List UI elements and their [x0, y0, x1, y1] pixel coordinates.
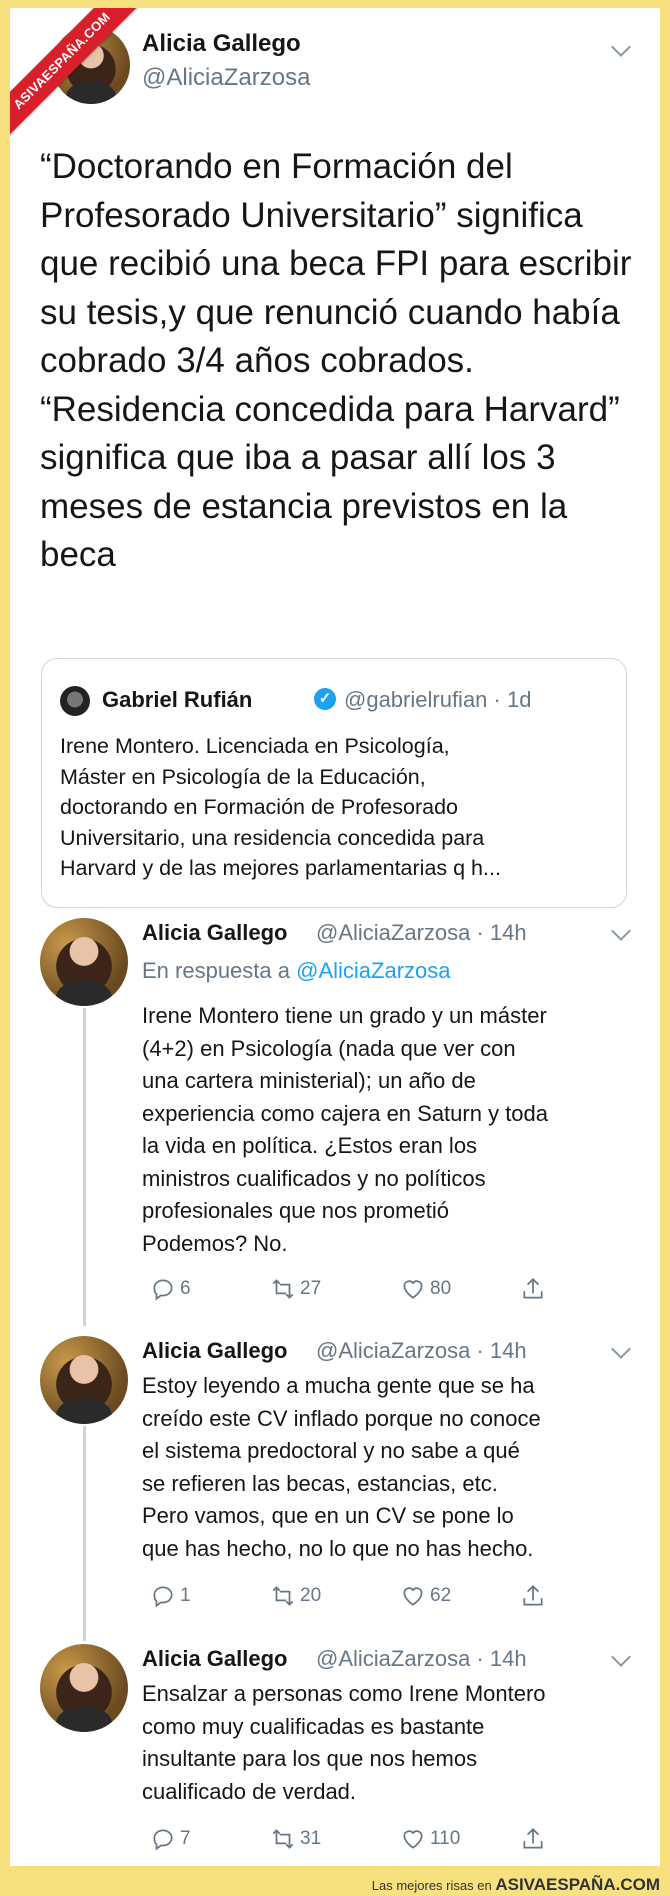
like-count: 62	[430, 1585, 452, 1606]
reply-count: 6	[180, 1278, 191, 1299]
thread-connector	[83, 1008, 86, 1326]
reply-author-name[interactable]: Alicia Gallego	[142, 920, 288, 946]
heart-icon	[403, 1280, 423, 1299]
reply-avatar[interactable]	[40, 1336, 128, 1424]
like-button[interactable]: 110	[400, 1826, 460, 1852]
retweet-count: 27	[300, 1278, 322, 1299]
like-count: 80	[430, 1278, 452, 1299]
author-name[interactable]: Alicia Gallego	[142, 30, 301, 58]
reply-avatar[interactable]	[40, 1644, 128, 1732]
reply-author-name[interactable]: Alicia Gallego	[142, 1646, 288, 1672]
reply-text: Ensalzar a personas como Irene Montero c…	[142, 1681, 546, 1804]
tweet-actions: 1 20 62	[142, 1583, 543, 1613]
quoted-tweet[interactable]: Gabriel Rufián ✓ @gabrielrufian · 1d Ire…	[41, 658, 627, 908]
chevron-down-icon[interactable]	[611, 921, 631, 941]
share-icon	[523, 1278, 543, 1299]
chevron-down-icon[interactable]	[611, 1647, 631, 1667]
tweet-actions: 6 27 80	[142, 1276, 543, 1306]
reply-count: 1	[180, 1585, 191, 1606]
share-button[interactable]	[520, 1276, 550, 1302]
tweet-actions: 7 31 110	[142, 1826, 543, 1856]
reply-author-handle[interactable]: @AliciaZarzosa · 14h	[316, 920, 527, 946]
reply-button[interactable]: 1	[150, 1583, 191, 1609]
footer-text: Las mejores risas en ASIVAESPAÑA.COM	[372, 1875, 660, 1895]
retweet-icon	[272, 1586, 294, 1606]
reply-icon	[153, 1829, 173, 1851]
verified-badge-icon: ✓	[314, 688, 336, 710]
retweet-button[interactable]: 27	[270, 1276, 321, 1302]
reply-to-handle-link[interactable]: @AliciaZarzosa	[296, 958, 450, 983]
like-count: 110	[430, 1828, 461, 1849]
reply-button[interactable]: 7	[150, 1826, 191, 1852]
tweet-card: Alicia Gallego @AliciaZarzosa “Doctorand…	[10, 8, 660, 1866]
retweet-button[interactable]: 20	[270, 1583, 321, 1609]
quoted-author-handle: @gabrielrufian · 1d	[344, 687, 532, 712]
reply-to-line: En respuesta a @AliciaZarzosa	[142, 958, 451, 984]
retweet-icon	[272, 1829, 294, 1849]
reply-author-handle[interactable]: @AliciaZarzosa · 14h	[316, 1338, 527, 1364]
footer-bar: Las mejores risas en ASIVAESPAÑA.COM	[0, 1872, 670, 1896]
reply-author-name[interactable]: Alicia Gallego	[142, 1338, 288, 1364]
retweet-count: 31	[300, 1828, 322, 1849]
reply-text: Irene Montero tiene un grado y un máster…	[142, 1003, 549, 1256]
reply-icon	[153, 1279, 173, 1301]
reply-text: Estoy leyendo a mucha gente que se ha cr…	[142, 1373, 541, 1561]
reply-author-handle[interactable]: @AliciaZarzosa · 14h	[316, 1646, 527, 1672]
quoted-author-name: Gabriel Rufián	[102, 687, 253, 712]
share-button[interactable]	[520, 1826, 550, 1852]
share-icon	[523, 1828, 543, 1849]
retweet-icon	[272, 1279, 294, 1299]
reply-avatar[interactable]	[40, 918, 128, 1006]
like-button[interactable]: 80	[400, 1276, 451, 1302]
retweet-count: 20	[300, 1585, 322, 1606]
chevron-down-icon[interactable]	[611, 1339, 631, 1359]
author-handle[interactable]: @AliciaZarzosa	[142, 64, 310, 92]
thread-connector	[83, 1426, 86, 1641]
quoted-tweet-text: Irene Montero. Licenciada en Psicología,…	[60, 734, 501, 880]
reply-button[interactable]: 6	[150, 1276, 191, 1302]
reply-icon	[153, 1586, 173, 1608]
share-icon	[523, 1585, 543, 1606]
heart-icon	[403, 1830, 423, 1849]
chevron-down-icon[interactable]	[611, 37, 631, 57]
reply-to-prefix: En respuesta a	[142, 958, 290, 983]
reply-count: 7	[180, 1828, 191, 1849]
like-button[interactable]: 62	[400, 1583, 451, 1609]
quoted-author-avatar	[60, 686, 90, 716]
footer-site-link[interactable]: ASIVAESPAÑA.COM	[495, 1875, 660, 1894]
footer-prefix: Las mejores risas en	[371, 1878, 492, 1893]
share-button[interactable]	[520, 1583, 550, 1609]
tweet-text: “Doctorando en Formación del Profesorado…	[40, 147, 632, 574]
retweet-button[interactable]: 31	[270, 1826, 321, 1852]
heart-icon	[403, 1587, 423, 1606]
